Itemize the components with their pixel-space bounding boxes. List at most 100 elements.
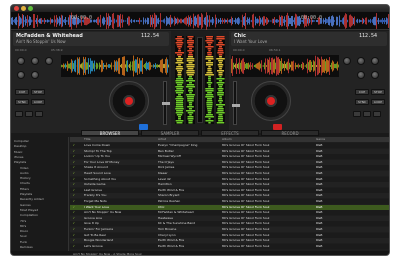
deck-left-stop-button[interactable]: STOP: [31, 89, 45, 95]
table-row[interactable]: ♪ Give It Up KC & The Sunshine Band 80's Gr…: [70, 221, 389, 227]
deck-right-gain-knob[interactable]: [343, 57, 351, 65]
deck-left-hotcue-3[interactable]: [35, 111, 43, 117]
zoom-window-button[interactable]: [28, 6, 33, 11]
cell-artist: Kleeer: [158, 171, 168, 175]
tree-item[interactable]: Disco: [14, 229, 28, 234]
deck-right-sync-button[interactable]: SYNC: [355, 99, 369, 105]
table-row[interactable]: ♪ Stomp! To The Top Ben Butler 80's Groove …: [70, 148, 389, 154]
tab-sampler[interactable]: SAMPLER: [141, 130, 199, 136]
tree-item[interactable]: 70's: [14, 219, 26, 224]
deck-left-hotcue-1[interactable]: [15, 111, 23, 117]
column-genre[interactable]: Genre: [316, 137, 356, 142]
deck-left-waveform[interactable]: [61, 55, 169, 77]
tree-item[interactable]: Filters: [14, 187, 29, 192]
cell-title: Groove Line: [84, 215, 102, 220]
deck-right-stop-button[interactable]: STOP: [371, 89, 385, 95]
table-row[interactable]: ♪ Frankly It's You Sharon Bryant 80's Groov…: [70, 193, 389, 199]
deck-right-hotcue-2[interactable]: [363, 111, 371, 117]
table-row[interactable]: ♪ Funkin' For Jamaica Tom Browne 80's Groov…: [70, 227, 389, 232]
tree-item[interactable]: History: [14, 176, 31, 181]
deck-left-loop-button[interactable]: LOOP: [31, 99, 45, 105]
tree-item[interactable]: Video: [14, 166, 28, 171]
table-row[interactable]: ♪ Got To Be Real Cheryl Lynn 80's Groove Ol…: [70, 232, 389, 238]
table-row[interactable]: ♪ Heart Sound Love Kleeer 80's Groove Ol' S…: [70, 171, 389, 176]
music-note-icon: ♪: [73, 193, 75, 198]
tree-item[interactable]: Desktop: [14, 144, 26, 149]
deck-right-wave-graphic: [231, 55, 339, 77]
deck-right-pitch-slider[interactable]: [232, 81, 240, 125]
table-row[interactable]: ♪ I Want Your Love Chic 80's Groove Ol' Sko…: [70, 204, 389, 210]
overview-waveform-graphic: [11, 12, 389, 30]
deck-left-filter-knob[interactable]: [45, 57, 53, 65]
tree-item[interactable]: Compilation: [14, 213, 38, 218]
column-artist[interactable]: Artist: [158, 137, 218, 142]
cell-artist: Sharon Bryant: [158, 193, 180, 198]
column-album[interactable]: Album: [222, 137, 312, 142]
table-row[interactable]: ♪ Last Groove Earth Wind & Fire 80's Groove…: [70, 187, 389, 193]
tab-effects[interactable]: EFFECTS: [201, 130, 259, 136]
table-row[interactable]: ♪ For Your Love Of Money The O'Jays 80's Gr…: [70, 159, 389, 165]
tree-item[interactable]: Genres: [14, 203, 31, 208]
cell-title: Got To Be Real: [84, 232, 106, 237]
table-row[interactable]: ♪ Ain't No Stoppin' Us Now McFadden & Whit…: [70, 210, 389, 216]
column-title[interactable]: Title: [84, 137, 154, 142]
deck-right-jog-wheel[interactable]: [251, 81, 291, 121]
cell-album: 80's Groove Ol' Skool Funk Soul: [222, 187, 270, 192]
table-row[interactable]: ♪ Forget Me Nots Patrice Rushen 80's Groove…: [70, 199, 389, 204]
deck-right-loop-button[interactable]: LOOP: [371, 99, 385, 105]
cell-title: Last Groove: [84, 187, 102, 192]
deck-left-fx1-knob[interactable]: [17, 71, 25, 79]
tab-record[interactable]: RECORD: [261, 130, 319, 136]
tree-item[interactable]: Music: [14, 150, 23, 155]
deck-left-sync-button[interactable]: SYNC: [15, 99, 29, 105]
deck-left-jog-wheel[interactable]: [109, 81, 149, 121]
tree-item[interactable]: Playlists: [14, 160, 26, 165]
deck-right-fx2-knob[interactable]: [371, 71, 379, 79]
cell-title: For Your Love Of Money: [84, 159, 120, 164]
table-row[interactable]: ♪ Lookin' Up To You Michael Wycoff 80's Gro…: [70, 154, 389, 160]
deck-left-key-knob[interactable]: [31, 57, 39, 65]
minimize-window-button[interactable]: [21, 6, 26, 11]
deck-left-cue-button[interactable]: CUE: [15, 89, 29, 95]
cell-title: Outside Game: [84, 182, 106, 187]
tree-item[interactable]: Charts: [14, 181, 30, 186]
deck-left-fx2-knob[interactable]: [31, 71, 39, 79]
tree-item[interactable]: Computer: [14, 139, 29, 144]
table-row[interactable]: ♪ Love Come Down Evelyn "Champagne" King 80…: [70, 143, 389, 148]
deck-left-gain-knob[interactable]: [17, 57, 25, 65]
music-note-icon: ♪: [73, 182, 75, 187]
table-row[interactable]: ♪ Groove Line Heatwave 80's Groove Ol' Skoo…: [70, 215, 389, 221]
deck-right-hotcue-1[interactable]: [353, 111, 361, 117]
deck-right-hotcue-3[interactable]: [373, 111, 381, 117]
tree-item[interactable]: Audio: [14, 171, 29, 176]
tree-item[interactable]: Recently Added: [14, 197, 44, 202]
tree-item[interactable]: Remixes: [14, 245, 33, 250]
tree-item[interactable]: Funk: [14, 240, 27, 245]
cell-album: 80's Groove Ol' Skool Funk Soul: [222, 232, 270, 237]
tree-item[interactable]: 80's: [14, 224, 26, 229]
deck-left-pitch-handle[interactable]: [162, 102, 170, 105]
tree-item[interactable]: iTunes: [14, 155, 23, 160]
cell-title: Frankly It's You: [84, 193, 107, 198]
table-row[interactable]: ♪ Let's Groove Earth Wind & Fire 80's Groov…: [70, 243, 389, 249]
deck-right-key-knob[interactable]: [357, 57, 365, 65]
deck-left-pitch-slider[interactable]: [162, 81, 170, 125]
deck-left-hotcue-2[interactable]: [25, 111, 33, 117]
close-window-button[interactable]: [14, 6, 19, 11]
table-row[interactable]: ♪ Shake It Around Rick James 80's Groove Ol…: [70, 165, 389, 171]
deck-right-filter-knob[interactable]: [371, 57, 379, 65]
mixer: [171, 31, 229, 133]
table-row[interactable]: ♪ Outside Game Hamilton 80's Groove Ol' Sko…: [70, 182, 389, 188]
overview-waveform[interactable]: 00:00.0 00:00.0: [11, 12, 389, 30]
table-row[interactable]: ♪ Something About You Level 42 80's Groove …: [70, 176, 389, 182]
tree-item[interactable]: Playlists: [14, 192, 32, 197]
master-volume-slider[interactable]: [197, 37, 203, 123]
deck-right-cue-button[interactable]: CUE: [355, 89, 369, 95]
deck-right-waveform[interactable]: [231, 55, 339, 77]
deck-right-pitch-handle[interactable]: [232, 104, 240, 107]
tree-item[interactable]: Soul: [14, 234, 26, 239]
tab-browser[interactable]: BROWSER: [81, 130, 139, 136]
deck-right-fx1-knob[interactable]: [357, 71, 365, 79]
table-row[interactable]: ♪ Boogie Wonderland Earth Wind & Fire 80's …: [70, 238, 389, 244]
tree-item[interactable]: Most Played: [14, 208, 38, 213]
